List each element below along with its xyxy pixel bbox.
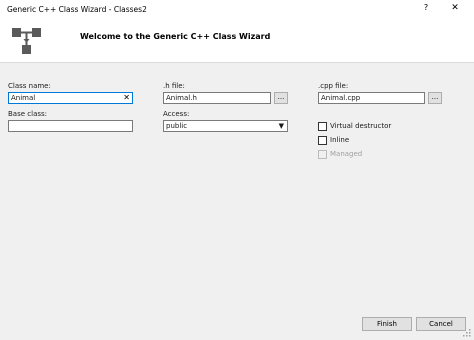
window-title: Generic C++ Class Wizard - Classes2 xyxy=(7,5,147,14)
access-label: Access: xyxy=(163,110,190,118)
virtual-destructor-label: Virtual destructor xyxy=(330,122,392,130)
wizard-header: Welcome to the Generic C++ Class Wizard xyxy=(0,20,474,62)
class-diagram-icon xyxy=(12,28,41,54)
h-file-browse-button[interactable]: ... xyxy=(274,92,288,104)
virtual-destructor-checkbox[interactable] xyxy=(318,122,327,131)
close-button[interactable]: ✕ xyxy=(444,3,466,17)
cpp-file-label: .cpp file: xyxy=(318,82,349,90)
class-wizard-dialog: Generic C++ Class Wizard - Classes2 ? ✕ … xyxy=(0,0,474,340)
cpp-file-value: Animal.cpp xyxy=(321,94,361,102)
h-file-label: .h file: xyxy=(163,82,185,90)
finish-button[interactable]: Finish xyxy=(362,317,412,331)
header-divider xyxy=(0,62,474,63)
title-bar: Generic C++ Class Wizard - Classes2 ? ✕ xyxy=(0,0,474,20)
base-class-input[interactable] xyxy=(8,120,133,132)
help-button[interactable]: ? xyxy=(418,3,434,17)
cpp-file-browse-button[interactable]: ... xyxy=(428,92,442,104)
access-selected-value: public xyxy=(166,122,188,130)
class-name-label: Class name: xyxy=(8,82,51,90)
wizard-heading: Welcome to the Generic C++ Class Wizard xyxy=(80,32,271,41)
cpp-file-input[interactable]: Animal.cpp xyxy=(318,92,425,104)
inline-label: Inline xyxy=(330,136,350,144)
clear-icon[interactable]: ✕ xyxy=(123,93,130,103)
managed-label: Managed xyxy=(330,150,363,158)
managed-checkbox xyxy=(318,150,327,159)
chevron-down-icon: ▼ xyxy=(278,122,284,130)
inline-checkbox[interactable] xyxy=(318,136,327,145)
base-class-label: Base class: xyxy=(8,110,48,118)
h-file-input[interactable]: Animal.h xyxy=(163,92,271,104)
resize-grip-icon[interactable] xyxy=(462,328,472,338)
class-name-value: Animal xyxy=(11,94,36,102)
class-name-input[interactable]: Animal ✕ xyxy=(8,92,133,104)
access-select[interactable]: public ▼ xyxy=(163,120,288,132)
h-file-value: Animal.h xyxy=(166,94,197,102)
cancel-button[interactable]: Cancel xyxy=(416,317,466,331)
